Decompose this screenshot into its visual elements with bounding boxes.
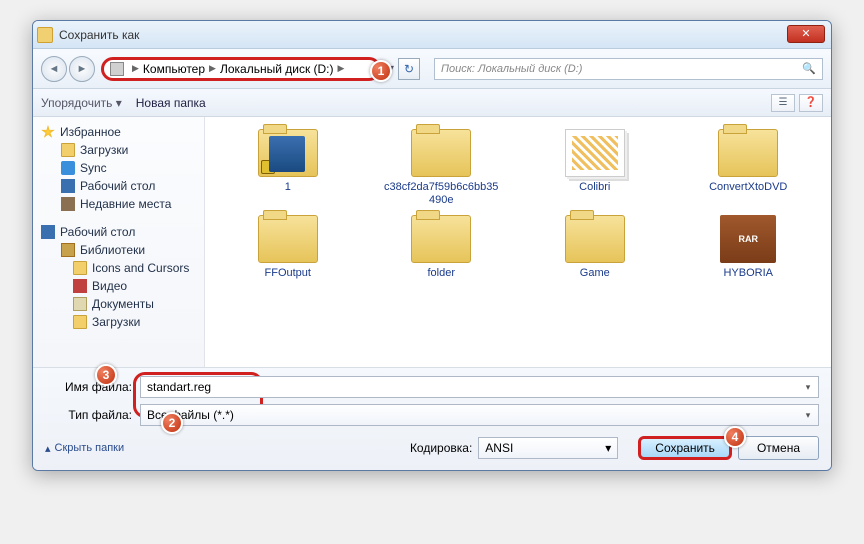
- window-icon: [37, 27, 53, 43]
- search-input[interactable]: Поиск: Локальный диск (D:) 🔍: [434, 58, 823, 80]
- list-item[interactable]: RARHYBORIA: [674, 215, 824, 280]
- callout-4: 4: [724, 426, 746, 448]
- folder-icon: [258, 129, 318, 177]
- view-mode-button[interactable]: ☰: [771, 94, 795, 112]
- rar-icon: RAR: [720, 215, 776, 263]
- list-item[interactable]: c38cf2da7f59b6c6bb35490e: [367, 129, 517, 207]
- refresh-button[interactable]: ↻: [398, 58, 420, 80]
- sidebar: Избранное Загрузки Sync Рабочий стол Нед…: [33, 117, 205, 367]
- folder-icon: [565, 215, 625, 263]
- list-item[interactable]: Game: [520, 215, 670, 280]
- nav-forward-button[interactable]: ►: [69, 56, 95, 82]
- list-item[interactable]: folder: [367, 215, 517, 280]
- file-list[interactable]: 1 c38cf2da7f59b6c6bb35490e Colibri Conve…: [205, 117, 831, 367]
- chevron-down-icon[interactable]: ▾: [800, 407, 816, 423]
- organize-menu[interactable]: Упорядочить ▾: [41, 96, 122, 110]
- desktop-icon: [61, 179, 75, 193]
- save-button[interactable]: Сохранить: [638, 436, 732, 460]
- sidebar-video[interactable]: Видео: [35, 277, 202, 295]
- nav-back-button[interactable]: ◄: [41, 56, 67, 82]
- navbar: ◄ ► ▶ Компьютер ▶ Локальный диск (D:) ▶ …: [33, 49, 831, 89]
- sidebar-downloads2[interactable]: Загрузки: [35, 313, 202, 331]
- bottom-panel: 3 2 Имя файла: ▾ Тип файла: ▾ ▴ Скрыть п…: [33, 367, 831, 470]
- hide-folders-link[interactable]: ▴ Скрыть папки: [45, 442, 124, 455]
- chevron-up-icon: ▴: [45, 442, 51, 455]
- chevron-down-icon: ▾: [605, 441, 611, 455]
- filetype-label: Тип файла:: [45, 408, 140, 422]
- encoding-label: Кодировка:: [410, 441, 478, 455]
- crumb-disk[interactable]: Локальный диск (D:): [220, 62, 334, 76]
- search-placeholder: Поиск: Локальный диск (D:): [441, 63, 582, 75]
- sidebar-recent[interactable]: Недавние места: [35, 195, 202, 213]
- sidebar-desktop2[interactable]: Рабочий стол: [35, 223, 202, 241]
- star-icon: [41, 125, 55, 139]
- cancel-button[interactable]: Отмена: [738, 436, 819, 460]
- sidebar-sync[interactable]: Sync: [35, 159, 202, 177]
- list-item[interactable]: ConvertXtoDVD: [674, 129, 824, 207]
- filename-label: Имя файла:: [45, 380, 140, 394]
- sync-icon: [61, 161, 75, 175]
- encoding-combo[interactable]: ANSI ▾: [478, 437, 618, 459]
- desktop-icon: [41, 225, 55, 239]
- filename-input[interactable]: [141, 377, 818, 397]
- folder-icon: [73, 261, 87, 275]
- filename-field-wrap: ▾: [140, 376, 819, 398]
- chevron-right-icon: ▶: [338, 63, 345, 74]
- video-icon: [73, 279, 87, 293]
- chevron-right-icon: ▶: [132, 63, 139, 74]
- list-item[interactable]: 1: [213, 129, 363, 207]
- list-item[interactable]: Colibri: [520, 129, 670, 207]
- libraries-icon: [61, 243, 75, 257]
- chevron-right-icon: ▶: [209, 63, 216, 74]
- recent-icon: [61, 197, 75, 211]
- sidebar-favorites[interactable]: Избранное: [35, 123, 202, 141]
- filetype-combo[interactable]: ▾: [140, 404, 819, 426]
- lock-icon: [261, 160, 275, 174]
- toolbar: Упорядочить ▾ Новая папка ☰ ❓: [33, 89, 831, 117]
- callout-3: 3: [95, 364, 117, 386]
- document-icon: [73, 297, 87, 311]
- sidebar-downloads[interactable]: Загрузки: [35, 141, 202, 159]
- sidebar-documents[interactable]: Документы: [35, 295, 202, 313]
- sidebar-desktop[interactable]: Рабочий стол: [35, 177, 202, 195]
- breadcrumb[interactable]: ▶ Компьютер ▶ Локальный диск (D:) ▶ 1: [101, 57, 381, 81]
- crumb-computer[interactable]: Компьютер: [143, 62, 205, 76]
- callout-1: 1: [370, 60, 392, 82]
- titlebar: Сохранить как ✕: [33, 21, 831, 49]
- search-icon: 🔍: [802, 62, 816, 75]
- folder-icon: [258, 215, 318, 263]
- folder-icon: [73, 315, 87, 329]
- body: Избранное Загрузки Sync Рабочий стол Нед…: [33, 117, 831, 367]
- close-button[interactable]: ✕: [787, 25, 825, 43]
- sidebar-libraries[interactable]: Библиотеки: [35, 241, 202, 259]
- save-as-dialog: Сохранить как ✕ ◄ ► ▶ Компьютер ▶ Локаль…: [32, 20, 832, 471]
- callout-2: 2: [161, 412, 183, 434]
- help-button[interactable]: ❓: [799, 94, 823, 112]
- chevron-down-icon[interactable]: ▾: [800, 379, 816, 395]
- sidebar-icons[interactable]: Icons and Cursors: [35, 259, 202, 277]
- new-folder-button[interactable]: Новая папка: [136, 96, 206, 110]
- filetype-value: [141, 405, 818, 425]
- drive-icon: [110, 62, 124, 76]
- window-title: Сохранить как: [59, 28, 139, 42]
- folder-icon: [411, 129, 471, 177]
- list-item[interactable]: FFOutput: [213, 215, 363, 280]
- folder-icon: [718, 129, 778, 177]
- folder-icon: [61, 143, 75, 157]
- folder-preview-icon: [565, 129, 625, 177]
- folder-icon: [411, 215, 471, 263]
